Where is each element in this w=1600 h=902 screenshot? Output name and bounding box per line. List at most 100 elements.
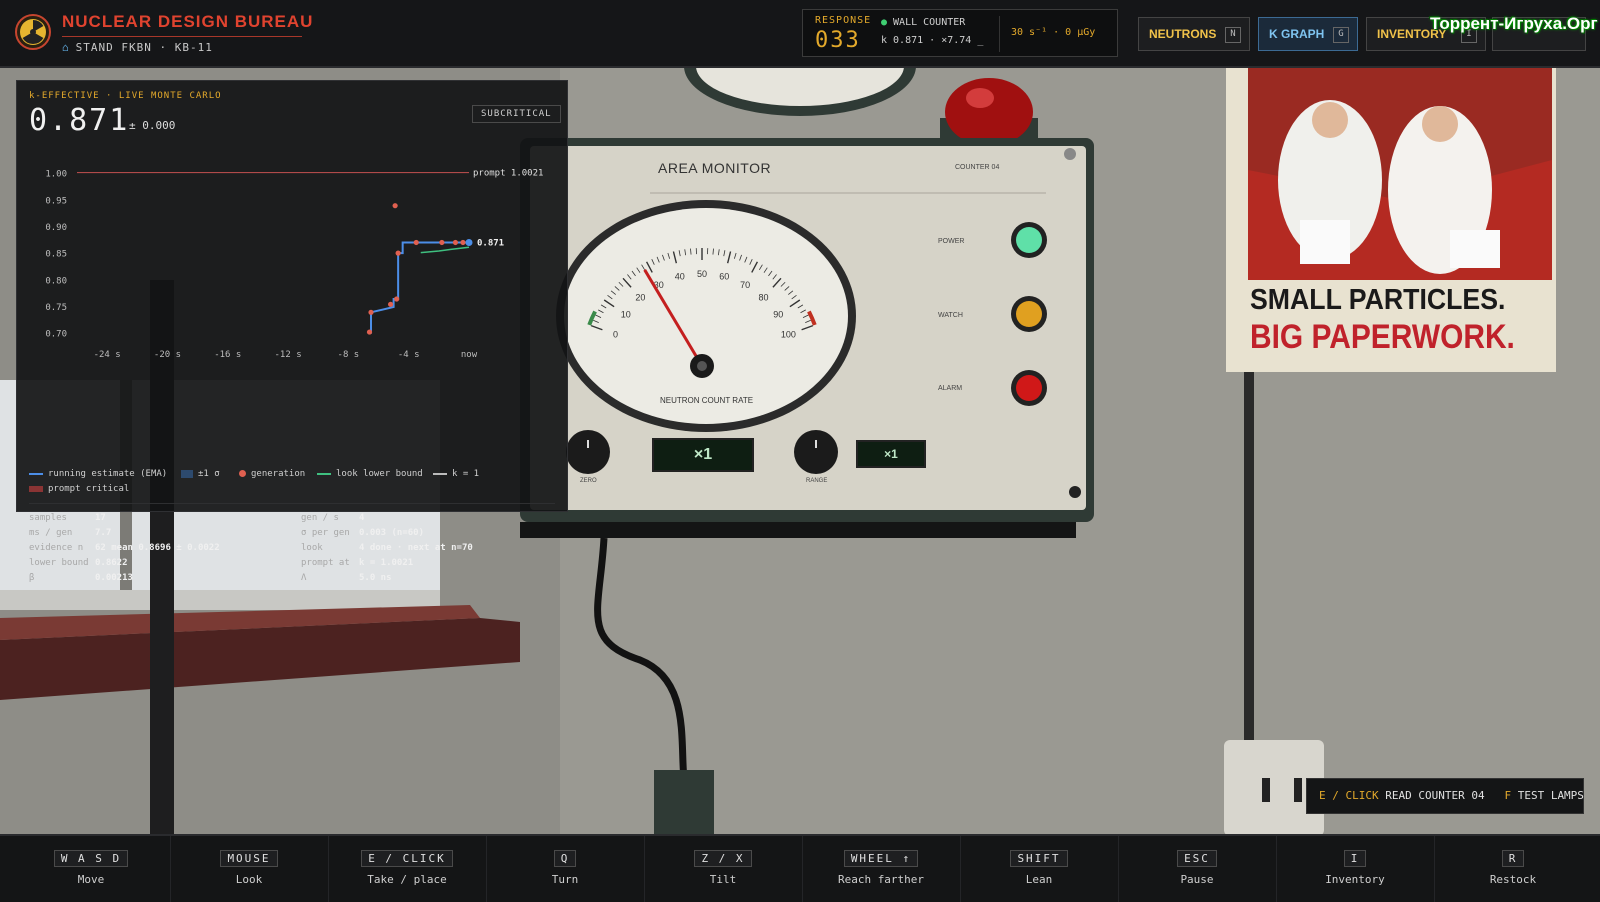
stat-value: k = 1.0021 — [359, 558, 413, 568]
x-tick-label: -24 s — [94, 350, 121, 360]
stats-divider — [29, 503, 555, 504]
stat-value: 17 — [95, 513, 106, 523]
brand-title: NUCLEAR DESIGN BUREAU — [62, 12, 313, 32]
control-key: MOUSE — [220, 850, 277, 867]
generation-point — [453, 240, 458, 245]
interaction-hint: E / CLICK READ COUNTER 04 F TEST LAMPS — [1306, 778, 1584, 814]
control-key: SHIFT — [1010, 850, 1067, 867]
wall-counter-readout: k 0.871 · ×7.74 _ — [881, 35, 983, 46]
legend-generation-swatch — [239, 470, 246, 477]
control-move[interactable]: W A S D Move — [12, 836, 171, 902]
control-action: Pause — [1118, 873, 1276, 886]
neutrons-button[interactable]: NEUTRONSN — [1138, 17, 1250, 51]
response-panel: RESPONSE 033 ● WALL COUNTER k 0.871 · ×7.… — [802, 9, 1118, 57]
legend-prompt-swatch — [29, 486, 43, 492]
control-restock[interactable]: RRestock — [1434, 836, 1592, 902]
x-tick-label: -8 s — [338, 350, 360, 360]
gauge-number: 80 — [759, 293, 769, 303]
control-key: ESC — [1177, 850, 1217, 867]
area-monitor-title: AREA MONITOR — [658, 160, 771, 176]
stat-key: look — [301, 543, 323, 553]
wall-counter-label: ● WALL COUNTER — [881, 17, 965, 28]
watch-lamp-label: WATCH — [938, 312, 963, 319]
y-tick-label: 0.80 — [45, 276, 67, 286]
neutrons-label: NEUTRONS — [1149, 27, 1216, 41]
gauge-number: 70 — [740, 280, 750, 290]
k-effective-panel: k-EFFECTIVE · LIVE MONTE CARLO 0.871 ± 0… — [16, 80, 568, 512]
gauge-number: 50 — [697, 269, 707, 279]
k-graph-label: K GRAPH — [1269, 27, 1324, 41]
stat-key: samples — [29, 513, 67, 523]
control-inventory[interactable]: IInventory — [1276, 836, 1435, 902]
watch-lamp[interactable] — [1016, 301, 1042, 327]
control-key: I — [1344, 850, 1367, 867]
generation-point — [396, 251, 401, 256]
wall-counter-text: WALL COUNTER — [893, 17, 965, 28]
range-knob[interactable] — [794, 430, 838, 474]
k-panel-header: k-EFFECTIVE · LIVE MONTE CARLO — [29, 91, 222, 101]
control-reach[interactable]: WHEEL ↑Reach farther — [802, 836, 961, 902]
current-estimate-point — [466, 239, 473, 246]
legend-prompt-label: prompt critical — [48, 484, 129, 494]
stat-key: lower bound — [29, 558, 89, 568]
zero-knob[interactable] — [566, 430, 610, 474]
look-lower-bound-line — [421, 247, 469, 252]
control-key: W A S D — [54, 850, 128, 867]
brand-underline — [62, 36, 302, 37]
prompt-critical-label: prompt 1.0021 — [473, 169, 543, 179]
control-key: E / CLICK — [361, 850, 453, 867]
hint-text-read: READ COUNTER 04 — [1385, 789, 1484, 802]
gauge-number: 100 — [781, 330, 796, 340]
stat-key: β — [29, 573, 34, 583]
hint-key-read: E / CLICK — [1319, 789, 1379, 802]
gauge-number: 0 — [613, 330, 618, 340]
poster-tagline: BIG PAPERWORK. — [1250, 318, 1515, 357]
gauge-number: 10 — [621, 310, 631, 320]
stat-value: 62 mean 0.8696 ± 0.0022 — [95, 543, 220, 553]
stat-key: σ per gen — [301, 528, 350, 538]
generation-point — [460, 240, 465, 245]
control-tilt[interactable]: Z / XTilt — [644, 836, 803, 902]
gauge-number: 90 — [773, 310, 783, 320]
brand-subtitle-text: STAND FKBN · KB-11 — [76, 41, 213, 54]
legend-ema: running estimate (EMA) — [29, 469, 167, 479]
stat-value: 5.0 ns — [359, 573, 392, 583]
control-action: Look — [170, 873, 328, 886]
hint-key-test: F — [1504, 789, 1511, 802]
running-estimate-line — [371, 242, 469, 333]
control-take-place[interactable]: E / CLICKTake / place — [328, 836, 487, 902]
power-lamp-label: POWER — [938, 238, 964, 245]
control-action: Reach farther — [802, 873, 960, 886]
generation-point — [367, 329, 372, 334]
k-value: 0.871 — [29, 103, 129, 138]
control-action: Move — [12, 873, 170, 886]
control-look[interactable]: MOUSE Look — [170, 836, 329, 902]
stat-key: prompt at — [301, 558, 350, 568]
legend-ema-label: running estimate (EMA) — [48, 469, 167, 479]
stat-value: 7.7 — [95, 528, 111, 538]
generation-point — [368, 310, 373, 315]
k-graph-button[interactable]: K GRAPHG — [1258, 17, 1358, 51]
alarm-lamp[interactable] — [1016, 375, 1042, 401]
legend-k1-label: k = 1 — [452, 469, 479, 479]
y-tick-label: 0.75 — [45, 303, 67, 313]
zero-knob-label: ZERO — [580, 478, 597, 484]
x-tick-label: -20 s — [154, 350, 181, 360]
y-tick-label: 1.00 — [45, 170, 67, 180]
response-value: 033 — [815, 28, 861, 53]
power-lamp[interactable] — [1016, 227, 1042, 253]
control-turn[interactable]: QTurn — [486, 836, 645, 902]
stat-key: Λ — [301, 573, 306, 583]
controls-bar: W A S D Move MOUSE Look E / CLICKTake / pl… — [0, 834, 1600, 902]
poster-headline: SMALL PARTICLES. — [1250, 284, 1505, 317]
control-pause[interactable]: ESC Pause — [1118, 836, 1277, 902]
stat-value: 0.8622 — [95, 558, 128, 568]
status-dot-icon: ● — [881, 17, 887, 28]
response-label: RESPONSE — [815, 15, 871, 26]
control-lean[interactable]: SHIFTLean — [960, 836, 1119, 902]
y-tick-label: 0.70 — [45, 330, 67, 340]
generation-point — [439, 240, 444, 245]
generation-point — [414, 240, 419, 245]
y-tick-label: 0.90 — [45, 223, 67, 233]
legend-k1: k = 1 — [433, 469, 479, 479]
